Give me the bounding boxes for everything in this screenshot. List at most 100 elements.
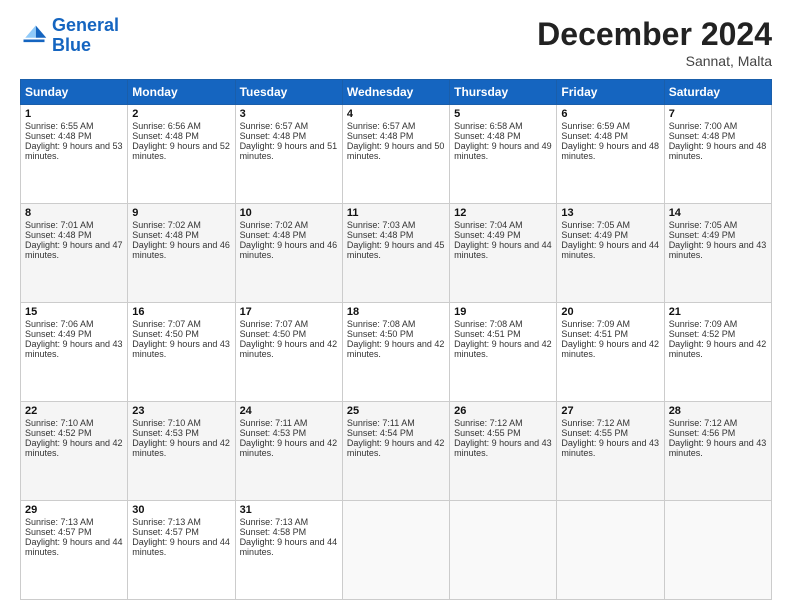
day-number: 19 (454, 306, 552, 318)
calendar-cell: 10Sunrise: 7:02 AMSunset: 4:48 PMDayligh… (235, 204, 342, 303)
day-number: 6 (561, 108, 659, 120)
calendar-week-row: 1Sunrise: 6:55 AMSunset: 4:48 PMDaylight… (21, 105, 772, 204)
sunrise-text: Sunrise: 7:12 AM (669, 418, 738, 428)
day-number: 4 (347, 108, 445, 120)
sunset-text: Sunset: 4:49 PM (454, 230, 521, 240)
sunrise-text: Sunrise: 7:09 AM (669, 319, 738, 329)
calendar-cell: 5Sunrise: 6:58 AMSunset: 4:48 PMDaylight… (450, 105, 557, 204)
daylight-text: Daylight: 9 hours and 42 minutes. (454, 339, 552, 359)
daylight-text: Daylight: 9 hours and 42 minutes. (561, 339, 659, 359)
sunset-text: Sunset: 4:58 PM (240, 527, 307, 537)
day-number: 25 (347, 405, 445, 417)
sunrise-text: Sunrise: 7:10 AM (25, 418, 94, 428)
day-number: 10 (240, 207, 338, 219)
sunrise-text: Sunrise: 7:13 AM (240, 517, 309, 527)
sunset-text: Sunset: 4:48 PM (132, 230, 199, 240)
calendar-cell (450, 501, 557, 600)
sunrise-text: Sunrise: 7:00 AM (669, 121, 738, 131)
sunrise-text: Sunrise: 6:57 AM (347, 121, 416, 131)
sunrise-text: Sunrise: 6:56 AM (132, 121, 201, 131)
daylight-text: Daylight: 9 hours and 50 minutes. (347, 141, 445, 161)
sunrise-text: Sunrise: 6:57 AM (240, 121, 309, 131)
sunrise-text: Sunrise: 7:01 AM (25, 220, 94, 230)
daylight-text: Daylight: 9 hours and 42 minutes. (240, 339, 338, 359)
logo-line1: General (52, 15, 119, 35)
calendar-cell: 19Sunrise: 7:08 AMSunset: 4:51 PMDayligh… (450, 303, 557, 402)
sunset-text: Sunset: 4:48 PM (347, 131, 414, 141)
sunset-text: Sunset: 4:51 PM (454, 329, 521, 339)
sunrise-text: Sunrise: 7:13 AM (25, 517, 94, 527)
sunrise-text: Sunrise: 7:11 AM (347, 418, 415, 428)
sunset-text: Sunset: 4:48 PM (240, 230, 307, 240)
sunrise-text: Sunrise: 7:12 AM (454, 418, 523, 428)
sunrise-text: Sunrise: 6:58 AM (454, 121, 523, 131)
calendar-cell: 6Sunrise: 6:59 AMSunset: 4:48 PMDaylight… (557, 105, 664, 204)
daylight-text: Daylight: 9 hours and 49 minutes. (454, 141, 552, 161)
sunset-text: Sunset: 4:48 PM (561, 131, 628, 141)
sunset-text: Sunset: 4:53 PM (240, 428, 307, 438)
day-number: 14 (669, 207, 767, 219)
calendar-cell: 28Sunrise: 7:12 AMSunset: 4:56 PMDayligh… (664, 402, 771, 501)
daylight-text: Daylight: 9 hours and 46 minutes. (240, 240, 338, 260)
sunset-text: Sunset: 4:53 PM (132, 428, 199, 438)
sunset-text: Sunset: 4:51 PM (561, 329, 628, 339)
daylight-text: Daylight: 9 hours and 42 minutes. (25, 438, 123, 458)
daylight-text: Daylight: 9 hours and 53 minutes. (25, 141, 123, 161)
calendar-cell (557, 501, 664, 600)
sunrise-text: Sunrise: 7:12 AM (561, 418, 630, 428)
daylight-text: Daylight: 9 hours and 44 minutes. (132, 537, 230, 557)
calendar-week-row: 22Sunrise: 7:10 AMSunset: 4:52 PMDayligh… (21, 402, 772, 501)
calendar-cell (342, 501, 449, 600)
sunset-text: Sunset: 4:54 PM (347, 428, 414, 438)
day-number: 16 (132, 306, 230, 318)
calendar-header-thursday: Thursday (450, 80, 557, 105)
sunset-text: Sunset: 4:48 PM (25, 131, 92, 141)
day-number: 28 (669, 405, 767, 417)
day-number: 29 (25, 504, 123, 516)
sunrise-text: Sunrise: 7:05 AM (561, 220, 630, 230)
daylight-text: Daylight: 9 hours and 42 minutes. (240, 438, 338, 458)
calendar-cell (664, 501, 771, 600)
calendar-cell: 21Sunrise: 7:09 AMSunset: 4:52 PMDayligh… (664, 303, 771, 402)
calendar-cell: 20Sunrise: 7:09 AMSunset: 4:51 PMDayligh… (557, 303, 664, 402)
day-number: 9 (132, 207, 230, 219)
sunrise-text: Sunrise: 7:08 AM (347, 319, 416, 329)
calendar-cell: 8Sunrise: 7:01 AMSunset: 4:48 PMDaylight… (21, 204, 128, 303)
sunrise-text: Sunrise: 7:03 AM (347, 220, 416, 230)
calendar-table: SundayMondayTuesdayWednesdayThursdayFrid… (20, 79, 772, 600)
title-block: December 2024 Sannat, Malta (537, 16, 772, 69)
daylight-text: Daylight: 9 hours and 48 minutes. (561, 141, 659, 161)
daylight-text: Daylight: 9 hours and 43 minutes. (669, 240, 767, 260)
sunset-text: Sunset: 4:49 PM (669, 230, 736, 240)
calendar-header-sunday: Sunday (21, 80, 128, 105)
calendar-header-friday: Friday (557, 80, 664, 105)
calendar-cell: 12Sunrise: 7:04 AMSunset: 4:49 PMDayligh… (450, 204, 557, 303)
calendar-cell: 22Sunrise: 7:10 AMSunset: 4:52 PMDayligh… (21, 402, 128, 501)
daylight-text: Daylight: 9 hours and 42 minutes. (669, 339, 767, 359)
sunset-text: Sunset: 4:57 PM (132, 527, 199, 537)
calendar-cell: 26Sunrise: 7:12 AMSunset: 4:55 PMDayligh… (450, 402, 557, 501)
calendar-cell: 24Sunrise: 7:11 AMSunset: 4:53 PMDayligh… (235, 402, 342, 501)
sunset-text: Sunset: 4:48 PM (240, 131, 307, 141)
sunset-text: Sunset: 4:50 PM (132, 329, 199, 339)
daylight-text: Daylight: 9 hours and 43 minutes. (132, 339, 230, 359)
calendar-cell: 13Sunrise: 7:05 AMSunset: 4:49 PMDayligh… (557, 204, 664, 303)
sunset-text: Sunset: 4:48 PM (669, 131, 736, 141)
sunset-text: Sunset: 4:52 PM (669, 329, 736, 339)
calendar-cell: 3Sunrise: 6:57 AMSunset: 4:48 PMDaylight… (235, 105, 342, 204)
sunset-text: Sunset: 4:50 PM (240, 329, 307, 339)
logo-text: General Blue (52, 16, 119, 56)
day-number: 2 (132, 108, 230, 120)
day-number: 3 (240, 108, 338, 120)
day-number: 8 (25, 207, 123, 219)
sunrise-text: Sunrise: 7:08 AM (454, 319, 523, 329)
calendar-week-row: 15Sunrise: 7:06 AMSunset: 4:49 PMDayligh… (21, 303, 772, 402)
sunset-text: Sunset: 4:55 PM (454, 428, 521, 438)
sunrise-text: Sunrise: 7:04 AM (454, 220, 523, 230)
day-number: 17 (240, 306, 338, 318)
calendar-week-row: 29Sunrise: 7:13 AMSunset: 4:57 PMDayligh… (21, 501, 772, 600)
day-number: 7 (669, 108, 767, 120)
day-number: 23 (132, 405, 230, 417)
calendar-header-row: SundayMondayTuesdayWednesdayThursdayFrid… (21, 80, 772, 105)
daylight-text: Daylight: 9 hours and 43 minutes. (669, 438, 767, 458)
